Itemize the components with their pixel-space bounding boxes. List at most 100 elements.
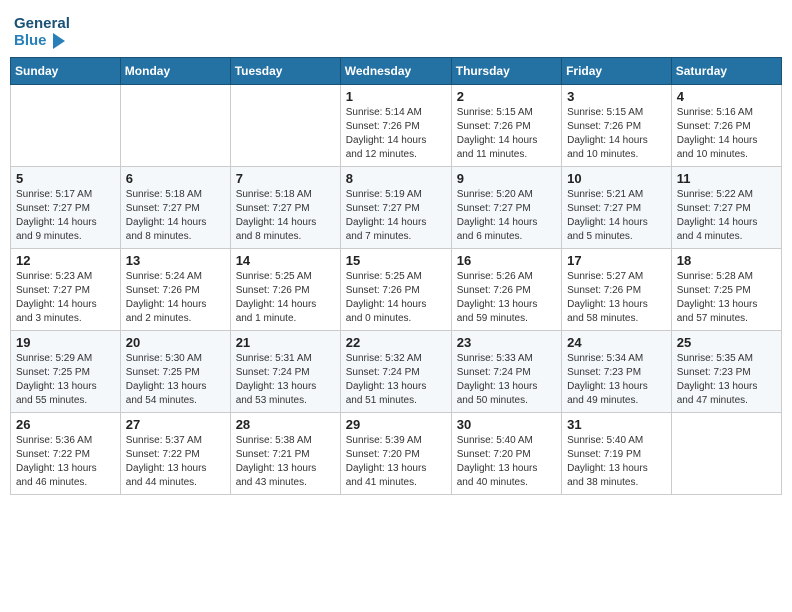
day-info: Sunrise: 5:25 AM Sunset: 7:26 PM Dayligh… xyxy=(236,270,335,326)
day-cell: 31 Sunrise: 5:40 AM Sunset: 7:19 PM Dayli… xyxy=(562,413,672,495)
day-info: Sunrise: 5:27 AM Sunset: 7:26 PM Dayligh… xyxy=(567,270,666,326)
page-header: General Blue xyxy=(10,10,782,49)
day-cell: 16Sunrise: 5:26 AM Sunset: 7:26 PM Dayli… xyxy=(451,249,561,331)
day-info: Sunrise: 5:40 AM Sunset: 7:19 PM Dayligh… xyxy=(567,434,666,490)
day-cell: 10 Sunrise: 5:21 AM Sunset: 7:27 PM Dayli… xyxy=(562,167,672,249)
week-row-3: 12 Sunrise: 5:23 AM Sunset: 7:27 PM Dayli… xyxy=(11,249,782,331)
day-info: Sunrise: 5:21 AM Sunset: 7:27 PM Dayligh… xyxy=(567,188,666,244)
day-cell: 7 Sunrise: 5:18 AM Sunset: 7:27 PM Daylig… xyxy=(230,167,340,249)
day-cell: 4 Sunrise: 5:16 AM Sunset: 7:26 PM Daylig… xyxy=(671,85,781,167)
day-cell xyxy=(671,413,781,495)
day-number: 8 xyxy=(346,171,446,186)
day-info: Sunrise: 5:18 AM Sunset: 7:27 PM Dayligh… xyxy=(126,188,225,244)
day-cell: 25 Sunrise: 5:35 AM Sunset: 7:23 PM Dayli… xyxy=(671,331,781,413)
day-info: Sunrise: 5:23 AM Sunset: 7:27 PM Dayligh… xyxy=(16,270,115,326)
day-cell: 19 Sunrise: 5:29 AM Sunset: 7:25 PM Dayli… xyxy=(11,331,121,413)
day-number: 29 xyxy=(346,417,446,432)
day-cell: 9Sunrise: 5:20 AM Sunset: 7:27 PM Daylig… xyxy=(451,167,561,249)
logo-text-general: General xyxy=(14,16,70,33)
day-cell xyxy=(230,85,340,167)
day-cell: 8 Sunrise: 5:19 AM Sunset: 7:27 PM Daylig… xyxy=(340,167,451,249)
day-number: 22 xyxy=(346,335,446,350)
day-info: Sunrise: 5:24 AM Sunset: 7:26 PM Dayligh… xyxy=(126,270,225,326)
day-cell: 6 Sunrise: 5:18 AM Sunset: 7:27 PM Daylig… xyxy=(120,167,230,249)
day-number: 2 xyxy=(457,89,556,104)
day-cell: 27 Sunrise: 5:37 AM Sunset: 7:22 PM Dayli… xyxy=(120,413,230,495)
day-info: Sunrise: 5:15 AM Sunset: 7:26 PM Dayligh… xyxy=(567,106,666,162)
day-number: 15 xyxy=(346,253,446,268)
day-cell: 2Sunrise: 5:15 AM Sunset: 7:26 PM Daylig… xyxy=(451,85,561,167)
day-cell: 1 Sunrise: 5:14 AM Sunset: 7:26 PM Daylig… xyxy=(340,85,451,167)
week-row-2: 5 Sunrise: 5:17 AM Sunset: 7:27 PM Daylig… xyxy=(11,167,782,249)
day-info: Sunrise: 5:30 AM Sunset: 7:25 PM Dayligh… xyxy=(126,352,225,408)
weekday-header-tuesday: Tuesday xyxy=(230,58,340,85)
weekday-header-saturday: Saturday xyxy=(671,58,781,85)
weekday-header-row: SundayMondayTuesdayWednesdayThursdayFrid… xyxy=(11,58,782,85)
weekday-header-thursday: Thursday xyxy=(451,58,561,85)
day-number: 23 xyxy=(457,335,556,350)
day-number: 20 xyxy=(126,335,225,350)
day-cell: 17 Sunrise: 5:27 AM Sunset: 7:26 PM Dayli… xyxy=(562,249,672,331)
day-info: Sunrise: 5:18 AM Sunset: 7:27 PM Dayligh… xyxy=(236,188,335,244)
day-number: 14 xyxy=(236,253,335,268)
day-info: Sunrise: 5:14 AM Sunset: 7:26 PM Dayligh… xyxy=(346,106,446,162)
day-cell: 15Sunrise: 5:25 AM Sunset: 7:26 PM Dayli… xyxy=(340,249,451,331)
week-row-1: 1 Sunrise: 5:14 AM Sunset: 7:26 PM Daylig… xyxy=(11,85,782,167)
day-info: Sunrise: 5:17 AM Sunset: 7:27 PM Dayligh… xyxy=(16,188,115,244)
day-number: 17 xyxy=(567,253,666,268)
day-number: 26 xyxy=(16,417,115,432)
day-number: 31 xyxy=(567,417,666,432)
day-info: Sunrise: 5:32 AM Sunset: 7:24 PM Dayligh… xyxy=(346,352,446,408)
day-info: Sunrise: 5:33 AM Sunset: 7:24 PM Dayligh… xyxy=(457,352,556,408)
day-info: Sunrise: 5:37 AM Sunset: 7:22 PM Dayligh… xyxy=(126,434,225,490)
day-info: Sunrise: 5:28 AM Sunset: 7:25 PM Dayligh… xyxy=(677,270,776,326)
day-number: 30 xyxy=(457,417,556,432)
day-cell: 24Sunrise: 5:34 AM Sunset: 7:23 PM Dayli… xyxy=(562,331,672,413)
day-cell: 3 Sunrise: 5:15 AM Sunset: 7:26 PM Daylig… xyxy=(562,85,672,167)
logo: General Blue xyxy=(14,16,70,49)
day-info: Sunrise: 5:39 AM Sunset: 7:20 PM Dayligh… xyxy=(346,434,446,490)
day-number: 24 xyxy=(567,335,666,350)
day-cell: 22 Sunrise: 5:32 AM Sunset: 7:24 PM Dayli… xyxy=(340,331,451,413)
day-info: Sunrise: 5:38 AM Sunset: 7:21 PM Dayligh… xyxy=(236,434,335,490)
day-number: 13 xyxy=(126,253,225,268)
day-number: 18 xyxy=(677,253,776,268)
day-cell: 30 Sunrise: 5:40 AM Sunset: 7:20 PM Dayli… xyxy=(451,413,561,495)
week-row-5: 26Sunrise: 5:36 AM Sunset: 7:22 PM Dayli… xyxy=(11,413,782,495)
day-number: 4 xyxy=(677,89,776,104)
day-number: 16 xyxy=(457,253,556,268)
day-info: Sunrise: 5:16 AM Sunset: 7:26 PM Dayligh… xyxy=(677,106,776,162)
day-number: 12 xyxy=(16,253,115,268)
day-number: 9 xyxy=(457,171,556,186)
day-cell: 18 Sunrise: 5:28 AM Sunset: 7:25 PM Dayli… xyxy=(671,249,781,331)
weekday-header-monday: Monday xyxy=(120,58,230,85)
day-number: 7 xyxy=(236,171,335,186)
day-cell: 5 Sunrise: 5:17 AM Sunset: 7:27 PM Daylig… xyxy=(11,167,121,249)
day-number: 6 xyxy=(126,171,225,186)
day-number: 28 xyxy=(236,417,335,432)
day-cell: 12 Sunrise: 5:23 AM Sunset: 7:27 PM Dayli… xyxy=(11,249,121,331)
day-info: Sunrise: 5:35 AM Sunset: 7:23 PM Dayligh… xyxy=(677,352,776,408)
day-number: 5 xyxy=(16,171,115,186)
day-number: 27 xyxy=(126,417,225,432)
logo-text-blue: Blue xyxy=(14,33,65,50)
day-cell: 28 Sunrise: 5:38 AM Sunset: 7:21 PM Dayli… xyxy=(230,413,340,495)
day-number: 3 xyxy=(567,89,666,104)
day-cell: 23 Sunrise: 5:33 AM Sunset: 7:24 PM Dayli… xyxy=(451,331,561,413)
day-cell: 13 Sunrise: 5:24 AM Sunset: 7:26 PM Dayli… xyxy=(120,249,230,331)
day-number: 25 xyxy=(677,335,776,350)
weekday-header-friday: Friday xyxy=(562,58,672,85)
week-row-4: 19 Sunrise: 5:29 AM Sunset: 7:25 PM Dayli… xyxy=(11,331,782,413)
day-cell xyxy=(120,85,230,167)
day-number: 10 xyxy=(567,171,666,186)
day-number: 1 xyxy=(346,89,446,104)
day-info: Sunrise: 5:40 AM Sunset: 7:20 PM Dayligh… xyxy=(457,434,556,490)
day-info: Sunrise: 5:31 AM Sunset: 7:24 PM Dayligh… xyxy=(236,352,335,408)
day-info: Sunrise: 5:19 AM Sunset: 7:27 PM Dayligh… xyxy=(346,188,446,244)
day-cell: 21Sunrise: 5:31 AM Sunset: 7:24 PM Dayli… xyxy=(230,331,340,413)
day-info: Sunrise: 5:29 AM Sunset: 7:25 PM Dayligh… xyxy=(16,352,115,408)
day-number: 19 xyxy=(16,335,115,350)
day-cell xyxy=(11,85,121,167)
day-cell: 29 Sunrise: 5:39 AM Sunset: 7:20 PM Dayli… xyxy=(340,413,451,495)
day-cell: 26Sunrise: 5:36 AM Sunset: 7:22 PM Dayli… xyxy=(11,413,121,495)
